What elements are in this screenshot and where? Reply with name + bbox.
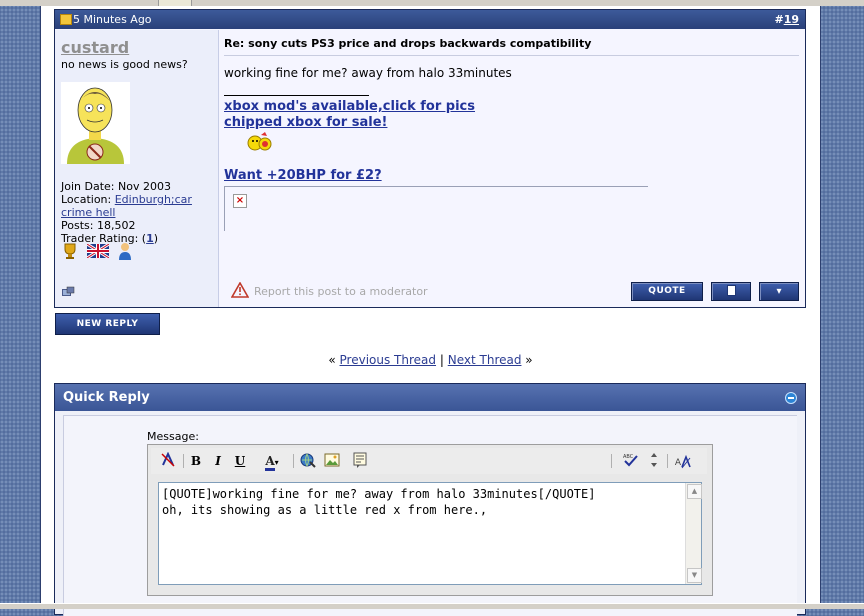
user-figure-icon [117, 242, 133, 263]
user-title: no news is good news? [61, 58, 188, 71]
broken-image-icon: × [233, 194, 247, 208]
font-color-button[interactable]: A▾ [257, 452, 287, 471]
scroll-down-icon[interactable]: ▼ [687, 568, 702, 583]
signature-divider [224, 95, 369, 96]
toolbar-separator [611, 454, 612, 468]
trophy-icon [61, 242, 79, 263]
signature-link-xbox-mods[interactable]: xbox mod's available,click for pics [224, 99, 475, 114]
quote-wrap-icon[interactable] [351, 452, 369, 470]
next-thread-link[interactable]: Next Thread [448, 353, 522, 367]
location: Location: Edinburgh;car crime hell [61, 193, 192, 219]
post-header: 5 Minutes Ago #19 [55, 10, 805, 29]
post-icon [60, 14, 72, 25]
signature-image-box: × [224, 186, 648, 231]
textarea-scrollbar[interactable]: ▲ ▼ [685, 483, 702, 584]
nav-divider: | [439, 353, 444, 367]
post-count: Posts: 18,502 [61, 219, 136, 232]
resize-icon[interactable] [647, 452, 661, 470]
forum-post: 5 Minutes Ago #19 custard no news is goo… [54, 9, 806, 308]
italic-button[interactable]: I [211, 452, 225, 470]
collapse-icon[interactable] [785, 392, 797, 404]
font-size-icon[interactable]: A [673, 452, 693, 470]
toolbar-separator [667, 454, 668, 468]
spellcheck-icon[interactable]: ABC [621, 452, 641, 470]
post-time: 5 Minutes Ago [73, 13, 152, 26]
signature-link-bhp[interactable]: Want +20BHP for £2? [224, 168, 382, 183]
message-label: Message: [147, 430, 199, 443]
thread-navigation: « Previous Thread | Next Thread » [41, 353, 820, 367]
message-textarea[interactable]: [QUOTE]working fine for me? away from ha… [158, 482, 702, 585]
signature-link-chipped-xbox[interactable]: chipped xbox for sale! [224, 115, 387, 130]
message-editor: B I U A▾ ABC A [QUOTE]working fine for m… [147, 444, 713, 596]
username-link[interactable]: custard [61, 38, 129, 57]
page-icon [726, 285, 736, 296]
insert-image-icon[interactable] [323, 452, 341, 470]
editor-toolbar: B I U A▾ ABC A [151, 448, 707, 474]
underline-button[interactable]: U [233, 452, 247, 470]
chevron-down-icon: ▾ [776, 286, 782, 297]
font-color-letter: A [265, 454, 275, 471]
report-link[interactable]: Report this post to a moderator [254, 285, 428, 298]
smiley-icon [247, 132, 272, 151]
browser-bottom-strip [0, 603, 864, 609]
new-reply-button[interactable]: NEW REPLY [55, 313, 160, 335]
avatar [61, 82, 130, 164]
join-date: Join Date: Nov 2003 [61, 180, 171, 193]
title-divider [224, 55, 799, 56]
more-options-button[interactable]: ▾ [759, 282, 799, 301]
user-details: Join Date: Nov 2003 Location: Edinburgh;… [61, 180, 211, 245]
quick-reply-body: Message: B I U A▾ ABC A [QUOTE]working f… [63, 415, 797, 616]
left-arrows: « [328, 353, 336, 367]
dropdown-arrow-icon: ▾ [274, 458, 279, 467]
multi-quote-button[interactable] [711, 282, 751, 301]
forum-page: 5 Minutes Ago #19 custard no news is goo… [40, 6, 821, 616]
user-info-panel: custard no news is good news? Join Date:… [55, 30, 219, 307]
post-title: Re: sony cuts PS3 price and drops backwa… [224, 37, 592, 50]
remove-format-icon[interactable] [159, 451, 177, 470]
quick-reply-title: Quick Reply [63, 390, 150, 405]
computer-icon [62, 286, 75, 296]
post-content: Re: sony cuts PS3 price and drops backwa… [223, 30, 803, 307]
post-number-link[interactable]: 19 [784, 13, 799, 26]
trader-rating-link[interactable]: 1 [146, 232, 154, 245]
previous-thread-link[interactable]: Previous Thread [340, 353, 437, 367]
right-arrows: » [525, 353, 533, 367]
post-number: #19 [774, 13, 799, 26]
toolbar-separator [183, 454, 184, 468]
quick-reply-panel: Quick Reply Message: B I U A▾ ABC A [QUO… [54, 383, 806, 616]
quick-reply-header: Quick Reply [55, 384, 805, 411]
svg-text:ABC: ABC [623, 454, 634, 460]
user-badges [61, 242, 137, 263]
union-flag-icon [86, 242, 110, 261]
toolbar-separator [293, 454, 294, 468]
quote-button[interactable]: QUOTE [631, 282, 703, 301]
bold-button[interactable]: B [189, 452, 203, 470]
scroll-up-icon[interactable]: ▲ [687, 484, 702, 499]
warning-icon [231, 282, 249, 298]
insert-link-icon[interactable] [299, 452, 317, 470]
post-message: working fine for me? away from halo 33mi… [224, 66, 512, 80]
